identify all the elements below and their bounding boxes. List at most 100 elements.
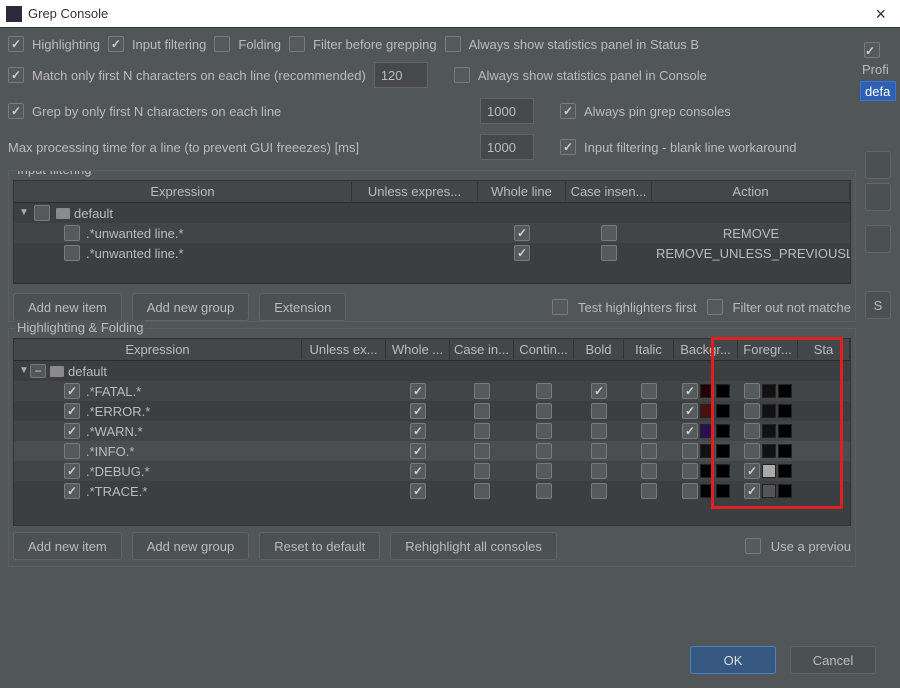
table-row[interactable]: .*ERROR.* xyxy=(14,401,850,421)
table-row[interactable]: .*DEBUG.* xyxy=(14,461,850,481)
table-row[interactable]: .*WARN.* xyxy=(14,421,850,441)
row-background-checkbox[interactable] xyxy=(682,423,698,439)
background-swatch-2[interactable] xyxy=(716,424,730,438)
table-row[interactable]: .*INFO.* xyxy=(14,441,850,461)
add-new-item-button[interactable]: Add new item xyxy=(13,293,122,321)
row-bold-checkbox[interactable] xyxy=(591,443,607,459)
row-case-checkbox[interactable] xyxy=(601,225,617,241)
row-contin-checkbox[interactable] xyxy=(536,443,552,459)
profiles-selected[interactable]: defa xyxy=(860,81,896,101)
add-new-item-button[interactable]: Add new item xyxy=(13,532,122,560)
background-swatch[interactable] xyxy=(700,484,714,498)
foreground-swatch-2[interactable] xyxy=(778,464,792,478)
col-expression[interactable]: Expression xyxy=(14,340,302,359)
background-swatch-2[interactable] xyxy=(716,384,730,398)
row-whole-checkbox[interactable] xyxy=(410,423,426,439)
group-row[interactable]: ▼ default xyxy=(14,203,850,223)
row-foreground-checkbox[interactable] xyxy=(744,383,760,399)
row-background-checkbox[interactable] xyxy=(682,383,698,399)
always-pin-checkbox[interactable] xyxy=(560,103,576,119)
col-contin[interactable]: Contin... xyxy=(514,340,574,359)
always-stats-statusbar-checkbox[interactable] xyxy=(445,36,461,52)
row-foreground-checkbox[interactable] xyxy=(744,483,760,499)
grep-first-n-checkbox[interactable] xyxy=(8,103,24,119)
right-top-checkbox[interactable] xyxy=(864,42,880,58)
row-case-checkbox[interactable] xyxy=(474,463,490,479)
col-unless[interactable]: Unless expres... xyxy=(352,182,478,201)
foreground-swatch[interactable] xyxy=(762,404,776,418)
foreground-swatch-2[interactable] xyxy=(778,404,792,418)
row-case-checkbox[interactable] xyxy=(474,423,490,439)
row-whole-checkbox[interactable] xyxy=(410,443,426,459)
cancel-button[interactable]: Cancel xyxy=(790,646,876,674)
row-contin-checkbox[interactable] xyxy=(536,423,552,439)
row-case-checkbox[interactable] xyxy=(601,245,617,261)
max-processing-input[interactable] xyxy=(480,134,534,160)
row-enable-checkbox[interactable] xyxy=(64,423,80,439)
foreground-swatch-2[interactable] xyxy=(778,424,792,438)
col-whole-line[interactable]: Whole line xyxy=(478,182,566,201)
col-action[interactable]: Action xyxy=(652,182,850,201)
row-contin-checkbox[interactable] xyxy=(536,403,552,419)
ok-button[interactable]: OK xyxy=(690,646,776,674)
grep-first-n-input[interactable] xyxy=(480,98,534,124)
folding-checkbox[interactable] xyxy=(214,36,230,52)
background-swatch-2[interactable] xyxy=(716,404,730,418)
row-enable-checkbox[interactable] xyxy=(64,383,80,399)
row-foreground-checkbox[interactable] xyxy=(744,423,760,439)
row-contin-checkbox[interactable] xyxy=(536,483,552,499)
row-enable-checkbox[interactable] xyxy=(64,403,80,419)
col-background[interactable]: Backgr... xyxy=(674,340,738,359)
match-first-n-input[interactable] xyxy=(374,62,428,88)
row-foreground-checkbox[interactable] xyxy=(744,463,760,479)
foreground-swatch-2[interactable] xyxy=(778,484,792,498)
row-background-checkbox[interactable] xyxy=(682,443,698,459)
row-whole-checkbox[interactable] xyxy=(410,483,426,499)
row-background-checkbox[interactable] xyxy=(682,483,698,499)
table-row[interactable]: .*unwanted line.* REMOVE_UNLESS_PREVIOUS… xyxy=(14,243,850,263)
row-bold-checkbox[interactable] xyxy=(591,403,607,419)
blank-workaround-checkbox[interactable] xyxy=(560,139,576,155)
row-bold-checkbox[interactable] xyxy=(591,463,607,479)
row-whole-checkbox[interactable] xyxy=(410,403,426,419)
input-filtering-checkbox[interactable] xyxy=(108,36,124,52)
col-whole[interactable]: Whole ... xyxy=(386,340,450,359)
row-italic-checkbox[interactable] xyxy=(641,403,657,419)
col-italic[interactable]: Italic xyxy=(624,340,674,359)
row-foreground-checkbox[interactable] xyxy=(744,443,760,459)
row-whole-checkbox[interactable] xyxy=(410,463,426,479)
row-enable-checkbox[interactable] xyxy=(64,225,80,241)
right-button-1[interactable] xyxy=(865,151,891,179)
background-swatch-2[interactable] xyxy=(716,444,730,458)
group-enable-checkbox[interactable] xyxy=(34,205,50,221)
expand-icon[interactable]: ▼ xyxy=(18,365,30,376)
foreground-swatch[interactable] xyxy=(762,464,776,478)
col-case-insen[interactable]: Case insen... xyxy=(566,182,652,201)
right-button-3[interactable] xyxy=(865,225,891,253)
col-foreground[interactable]: Foregr... xyxy=(738,340,798,359)
background-swatch[interactable] xyxy=(700,444,714,458)
table-row[interactable]: .*TRACE.* xyxy=(14,481,850,501)
background-swatch[interactable] xyxy=(700,424,714,438)
row-whole-checkbox[interactable] xyxy=(410,383,426,399)
collapse-icon[interactable]: − xyxy=(30,364,46,378)
foreground-swatch[interactable] xyxy=(762,384,776,398)
row-case-checkbox[interactable] xyxy=(474,483,490,499)
right-s-button[interactable]: S xyxy=(865,291,891,319)
table-row[interactable]: .*FATAL.* xyxy=(14,381,850,401)
highlighting-checkbox[interactable] xyxy=(8,36,24,52)
row-italic-checkbox[interactable] xyxy=(641,443,657,459)
col-expression[interactable]: Expression xyxy=(14,182,352,201)
match-first-n-checkbox[interactable] xyxy=(8,67,24,83)
foreground-swatch[interactable] xyxy=(762,484,776,498)
row-enable-checkbox[interactable] xyxy=(64,483,80,499)
expand-icon[interactable]: ▼ xyxy=(18,207,30,218)
background-swatch[interactable] xyxy=(700,464,714,478)
foreground-swatch[interactable] xyxy=(762,444,776,458)
row-background-checkbox[interactable] xyxy=(682,403,698,419)
row-italic-checkbox[interactable] xyxy=(641,483,657,499)
row-bold-checkbox[interactable] xyxy=(591,423,607,439)
reset-to-default-button[interactable]: Reset to default xyxy=(259,532,380,560)
row-enable-checkbox[interactable] xyxy=(64,443,80,459)
col-sta[interactable]: Sta xyxy=(798,340,850,359)
